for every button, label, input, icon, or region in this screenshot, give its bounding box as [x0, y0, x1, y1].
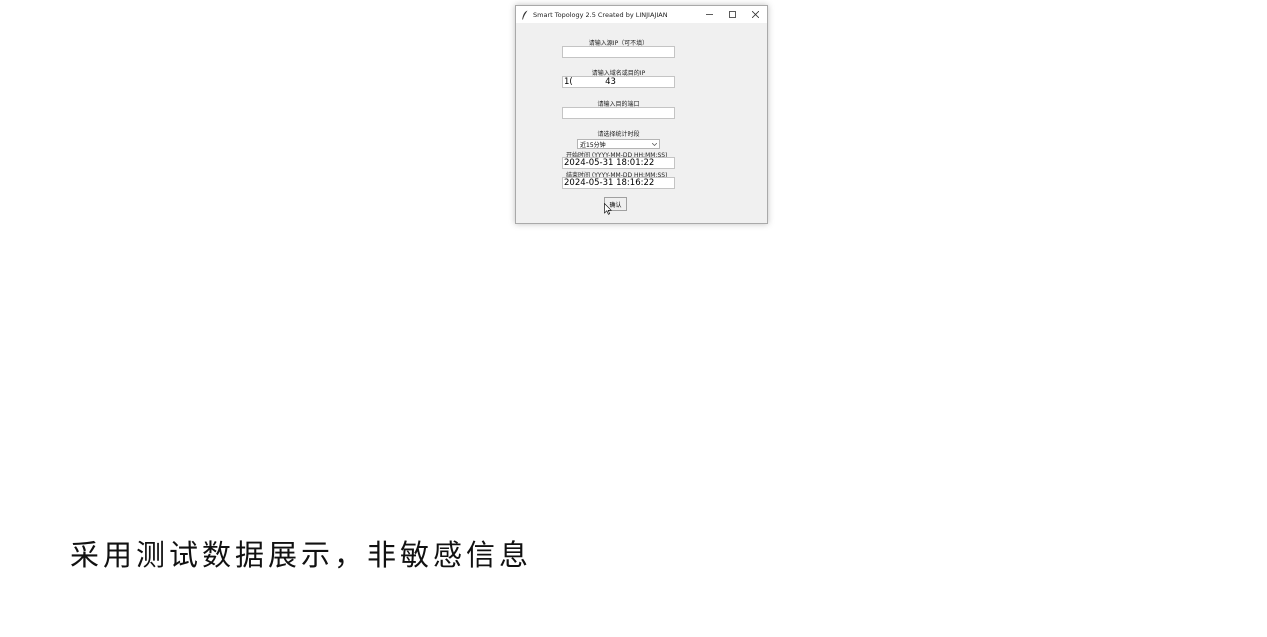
port-input[interactable]: [562, 107, 675, 119]
minimize-icon: [706, 14, 713, 15]
end-time-input[interactable]: [562, 177, 675, 189]
window-title: Smart Topology 2.5 Created by LINJIAJIAN: [533, 10, 668, 19]
period-label: 请选择统计时段: [597, 131, 640, 138]
maximize-button[interactable]: [721, 6, 744, 23]
period-selected-value: 近15分钟: [580, 141, 606, 149]
feather-icon: [521, 10, 529, 20]
period-select[interactable]: 近15分钟: [577, 139, 660, 149]
minimize-button[interactable]: [698, 6, 721, 23]
desktop: Smart Topology 2.5 Created by LINJIAJIAN…: [0, 0, 1267, 637]
title-bar[interactable]: Smart Topology 2.5 Created by LINJIAJIAN: [516, 6, 767, 23]
target-input[interactable]: [562, 76, 675, 88]
mouse-pointer-icon: [604, 203, 612, 215]
source-ip-input[interactable]: [562, 46, 675, 58]
caption-text: 采用测试数据展示，非敏感信息: [70, 538, 533, 572]
app-window: Smart Topology 2.5 Created by LINJIAJIAN…: [515, 5, 768, 224]
close-icon: [752, 11, 759, 18]
close-button[interactable]: [744, 6, 767, 23]
start-time-input[interactable]: [562, 157, 675, 169]
maximize-icon: [729, 11, 736, 18]
chevron-down-icon[interactable]: [649, 140, 659, 148]
